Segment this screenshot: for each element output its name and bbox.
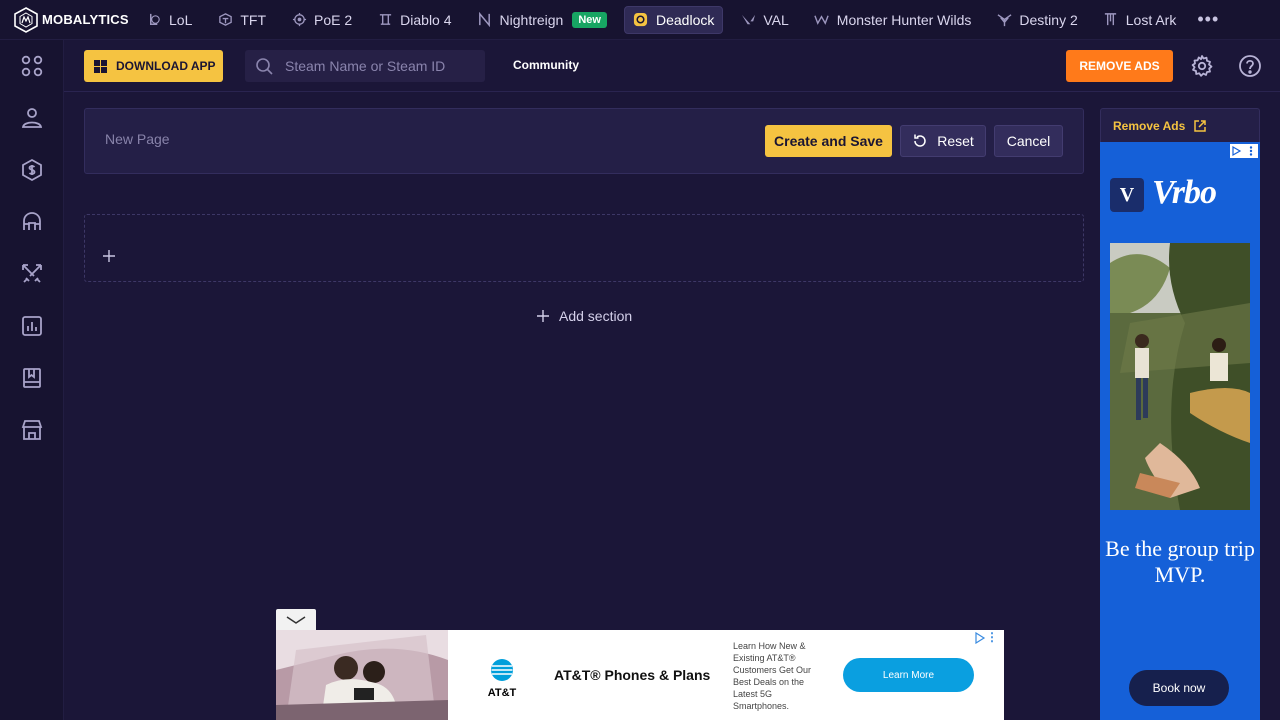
remove-ads-link[interactable]: Remove Ads bbox=[1100, 108, 1260, 142]
nav-game-label: Diablo 4 bbox=[400, 11, 452, 28]
reset-label: Reset bbox=[937, 133, 974, 149]
dollar-shield-icon[interactable] bbox=[20, 158, 44, 182]
search-input[interactable] bbox=[285, 58, 465, 74]
monster-hunter-icon bbox=[814, 12, 830, 28]
learn-more-button[interactable]: Learn More bbox=[843, 658, 974, 692]
add-section-label: Add section bbox=[559, 308, 633, 324]
page-name-input[interactable] bbox=[105, 131, 505, 147]
nav-game-tft[interactable]: TFT bbox=[209, 6, 274, 34]
nav-game-destiny2[interactable]: Destiny 2 bbox=[988, 6, 1085, 34]
book-now-button[interactable]: Book now bbox=[1129, 670, 1229, 706]
header-bar: DOWNLOAD APP Community REMOVE ADS bbox=[64, 40, 1280, 92]
add-widget-icon[interactable] bbox=[102, 249, 116, 263]
reset-icon bbox=[914, 134, 926, 147]
nav-game-valorant[interactable]: VAL bbox=[732, 6, 796, 34]
nav-game-lol[interactable]: LoL bbox=[138, 6, 200, 34]
ad-choices-icon[interactable] bbox=[1230, 144, 1258, 158]
ad-photo bbox=[276, 630, 448, 720]
top-navigation: MOBALYTICS LoL TFT PoE 2 Diablo 4 Nightr… bbox=[0, 0, 1280, 40]
tft-icon bbox=[217, 12, 233, 28]
att-ad[interactable]: AT&T AT&T® Phones & Plans Learn How New … bbox=[276, 630, 1004, 720]
att-globe-icon bbox=[491, 659, 513, 681]
nav-game-label: PoE 2 bbox=[314, 11, 353, 28]
lost-ark-icon bbox=[1103, 12, 1119, 28]
nightreign-icon bbox=[477, 12, 493, 28]
external-link-icon bbox=[1194, 119, 1206, 132]
nav-game-lost-ark[interactable]: Lost Ark bbox=[1095, 6, 1185, 34]
nav-game-label: Nightreign bbox=[499, 11, 564, 28]
store-icon[interactable] bbox=[20, 418, 44, 442]
nav-game-label: LoL bbox=[169, 11, 193, 28]
nav-game-label: VAL bbox=[763, 11, 789, 28]
nav-game-monster-hunter[interactable]: Monster Hunter Wilds bbox=[806, 6, 980, 34]
ad-tagline: Be the group trip MVP. bbox=[1105, 536, 1255, 587]
vrbo-logo-icon: V bbox=[1110, 178, 1144, 212]
nav-game-nightreign[interactable]: Nightreign New bbox=[469, 6, 615, 34]
lol-icon bbox=[146, 12, 162, 28]
ad-photo bbox=[1110, 243, 1250, 510]
ad-choices-icon[interactable] bbox=[974, 632, 986, 644]
left-sidebar bbox=[0, 40, 64, 720]
mobalytics-logo[interactable]: MOBALYTICS bbox=[0, 0, 138, 40]
search-icon bbox=[256, 58, 273, 75]
destiny2-icon bbox=[996, 12, 1012, 28]
ad-body: Learn How New & Existing AT&T® Customers… bbox=[733, 641, 812, 711]
poe2-icon bbox=[291, 12, 307, 28]
nav-game-label: Deadlock bbox=[655, 11, 715, 28]
remove-ads-button[interactable]: REMOVE ADS bbox=[1066, 50, 1173, 82]
brand-name: MOBALYTICS bbox=[42, 12, 129, 27]
nav-game-label: Monster Hunter Wilds bbox=[836, 11, 972, 28]
swords-icon[interactable] bbox=[20, 262, 44, 286]
profile-icon[interactable] bbox=[20, 106, 44, 130]
windows-icon bbox=[94, 59, 107, 73]
plus-icon bbox=[537, 310, 549, 322]
gear-icon[interactable] bbox=[1190, 54, 1214, 78]
create-and-save-button[interactable]: Create and Save bbox=[765, 125, 892, 157]
page-editor-bar: Create and Save Reset Cancel bbox=[84, 108, 1084, 174]
grid-icon[interactable] bbox=[20, 54, 44, 78]
community-link[interactable]: Community bbox=[513, 58, 579, 72]
empty-section bbox=[84, 214, 1084, 282]
nav-game-deadlock[interactable]: Deadlock bbox=[623, 5, 724, 34]
ad-options-icon[interactable]: ⋮ bbox=[986, 631, 998, 643]
download-app-button[interactable]: DOWNLOAD APP bbox=[84, 50, 223, 82]
book-icon[interactable] bbox=[20, 366, 44, 390]
nav-game-label: TFT bbox=[240, 11, 267, 28]
chevron-down-icon[interactable] bbox=[276, 609, 316, 631]
deadlock-icon bbox=[633, 12, 649, 28]
nav-game-label: Lost Ark bbox=[1125, 11, 1177, 28]
diablo4-icon bbox=[377, 12, 393, 28]
search-box[interactable] bbox=[245, 50, 485, 82]
nav-game-diablo4[interactable]: Diablo 4 bbox=[369, 6, 459, 34]
vrbo-ad[interactable]: V Vrbo Be the group trip MVP. Book now bbox=[1100, 142, 1260, 720]
remove-ads-label: Remove Ads bbox=[1113, 118, 1186, 133]
vrbo-wordmark: Vrbo bbox=[1152, 174, 1217, 211]
nav-game-poe2[interactable]: PoE 2 bbox=[283, 6, 360, 34]
add-section-button[interactable]: Add section bbox=[536, 308, 632, 324]
new-badge: New bbox=[572, 11, 607, 28]
more-games-icon[interactable]: ••• bbox=[1197, 9, 1219, 30]
att-logo-text: AT&T bbox=[487, 687, 517, 699]
stats-icon[interactable] bbox=[20, 314, 44, 338]
valorant-icon bbox=[740, 12, 756, 28]
nav-game-label: Destiny 2 bbox=[1019, 11, 1078, 28]
att-logo: AT&T bbox=[484, 658, 520, 699]
help-icon[interactable] bbox=[1238, 54, 1262, 78]
helmet-icon[interactable] bbox=[20, 210, 44, 234]
ad-title: AT&T® Phones & Plans bbox=[554, 667, 711, 683]
mobalytics-logo-icon bbox=[14, 6, 38, 33]
download-app-label: DOWNLOAD APP bbox=[116, 59, 216, 73]
cancel-button[interactable]: Cancel bbox=[994, 125, 1063, 157]
reset-button[interactable]: Reset bbox=[900, 125, 986, 157]
